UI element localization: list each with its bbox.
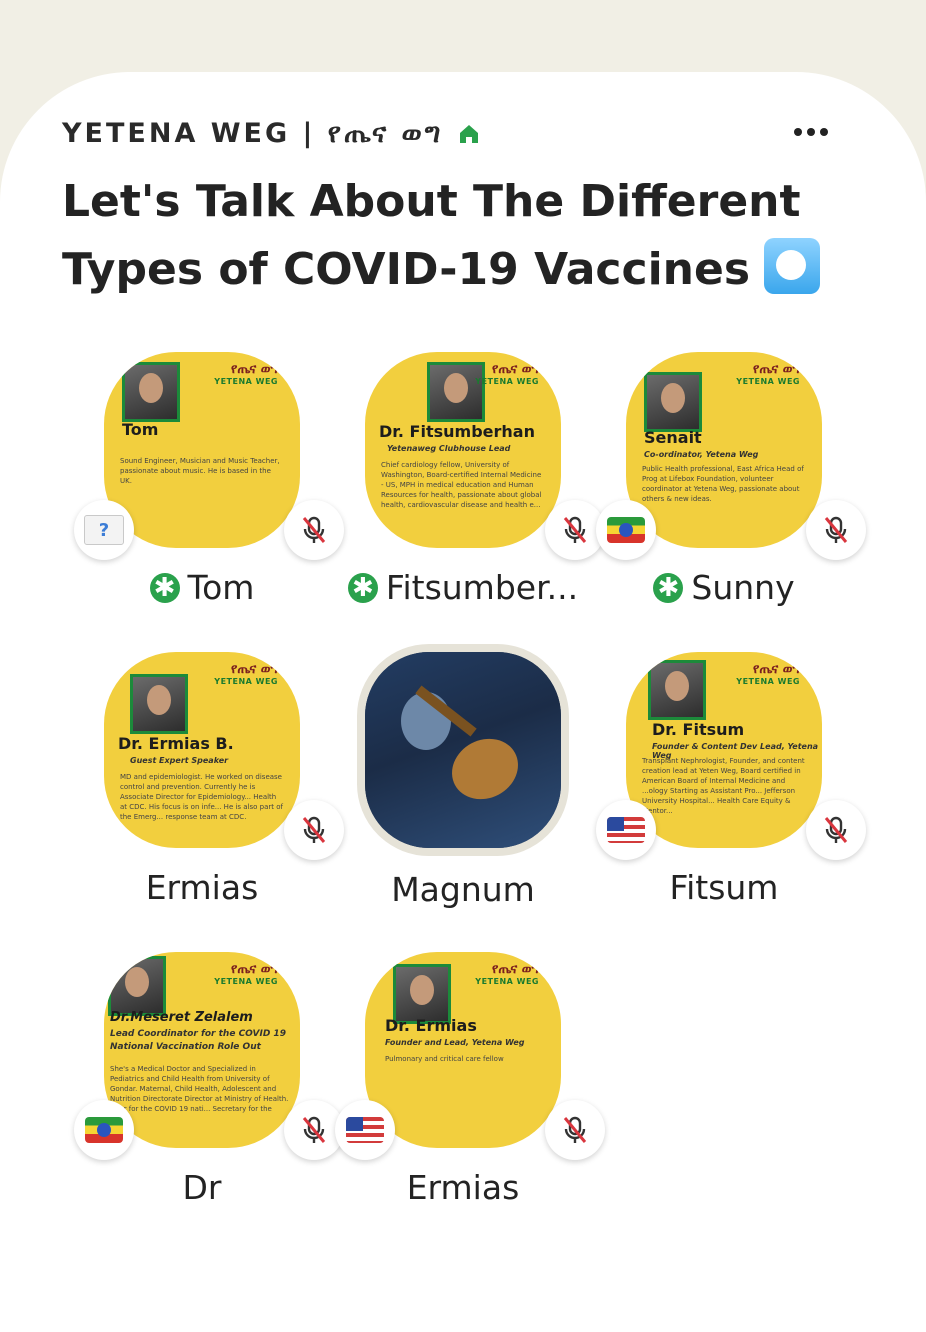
speaker-sunny[interactable]: የጤና ወግ YETENA WEG Senait Co-ordinator, Ye… — [594, 352, 866, 632]
card-bio: Chief cardiology fellow, University of W… — [381, 461, 542, 509]
card-bio: MD and epidemiologist. He worked on dise… — [120, 773, 284, 821]
card-bio: Pulmonary and critical care fellow — [385, 1055, 504, 1063]
speaker-name: ✱ Sunny — [594, 568, 854, 607]
speaker-fitsum[interactable]: የጤና ወግ YETENA WEG Dr. Fitsum Founder & Co… — [594, 652, 866, 932]
speaker-name: Dr — [182, 1168, 222, 1207]
card-name: Dr. Fitsum — [652, 720, 745, 739]
card-tag: Co-ordinator, Yetena Weg — [644, 450, 759, 459]
card-name: Dr. Ermias — [385, 1016, 477, 1035]
profile-photo — [130, 674, 188, 734]
more-options-icon[interactable] — [794, 120, 834, 144]
yetena-weg-logo: የጤና ወግ YETENA WEG — [736, 662, 800, 686]
avatar[interactable]: የጤና ወግ YETENA WEG Tom Sound Engineer, Mus… — [104, 352, 300, 548]
card-name: Tom — [122, 420, 159, 439]
club-name[interactable]: YETENA WEG | የጤና ወግ — [62, 118, 443, 150]
card-tag: Lead Coordinator for the COVID 19 Nation… — [110, 1029, 286, 1052]
speaker-dr[interactable]: የጤና ወግ YETENA WEG Dr.Meseret Zelalem Lead… — [72, 952, 344, 1232]
yetena-weg-logo: የጤና ወግ YETENA WEG — [214, 962, 278, 986]
yetena-weg-logo: የጤና ወግ YETENA WEG — [214, 362, 278, 386]
card-bio: Sound Engineer, Musician and Music Teach… — [120, 457, 280, 485]
speaker-ermias-2[interactable]: የጤና ወግ YETENA WEG Dr. Ermias Founder and … — [333, 952, 605, 1232]
yetena-weg-logo: የጤና ወግ YETENA WEG — [736, 362, 800, 386]
card-tag: Yetenaweg Clubhouse Lead — [387, 444, 511, 453]
muted-mic-icon — [806, 800, 866, 860]
speaker-ermias[interactable]: የጤና ወግ YETENA WEG Dr. Ermias B. Guest Exp… — [72, 652, 344, 932]
card-tag: Founder and Lead, Yetena Weg — [385, 1038, 525, 1047]
card-tag: Guest Expert Speaker — [130, 756, 229, 765]
speaker-name: Ermias — [145, 868, 259, 907]
avatar[interactable]: የጤና ወግ YETENA WEG Dr.Meseret Zelalem Lead… — [104, 952, 300, 1148]
moderator-star-icon: ✱ — [347, 572, 378, 603]
card-name: Dr.Meseret Zelalem — [110, 1010, 253, 1025]
profile-photo — [393, 964, 451, 1024]
yetena-weg-logo: የጤና ወግ YETENA WEG — [214, 662, 278, 686]
flag-ethiopia-icon — [596, 500, 656, 560]
speaker-magnum[interactable]: Magnum — [333, 644, 593, 932]
flag-ethiopia-icon — [74, 1100, 134, 1160]
speaker-name: Magnum — [391, 870, 535, 909]
muted-mic-icon — [806, 500, 866, 560]
yetena-weg-logo: የጤና ወግ YETENA WEG — [475, 362, 539, 386]
room-title: Let's Talk About The Different Types of … — [62, 168, 842, 304]
avatar[interactable]: የጤና ወግ YETENA WEG Dr. Ermias Founder and … — [365, 952, 561, 1148]
flag-usa-icon — [335, 1100, 395, 1160]
speaker-name: Ermias — [406, 1168, 520, 1207]
avatar[interactable]: የጤና ወግ YETENA WEG Senait Co-ordinator, Ye… — [626, 352, 822, 548]
speaker-name: Fitsum — [669, 868, 779, 907]
card-name: Dr. Fitsumberhan — [379, 422, 535, 441]
avatar[interactable]: የጤና ወግ YETENA WEG Dr. Fitsumberhan Yetena… — [365, 352, 561, 548]
profile-photo — [648, 660, 706, 720]
card-bio: Transplant Nephrologist, Founder, and co… — [642, 757, 805, 815]
speaker-name: ✱ Fitsumber... — [333, 568, 593, 607]
profile-photo — [108, 956, 166, 1016]
card-bio: She's a Medical Doctor and Specialized i… — [110, 1065, 289, 1123]
avatar[interactable] — [357, 644, 569, 856]
avatar[interactable]: የጤና ወግ YETENA WEG Dr. Ermias B. Guest Exp… — [104, 652, 300, 848]
yetena-weg-logo: የጤና ወግ YETENA WEG — [475, 962, 539, 986]
flag-usa-icon — [596, 800, 656, 860]
house-icon — [457, 122, 481, 146]
card-bio: Public Health professional, East Africa … — [642, 465, 804, 503]
room-title-text: Let's Talk About The Different Types of … — [62, 176, 801, 295]
avatar[interactable]: የጤና ወግ YETENA WEG Dr. Fitsum Founder & Co… — [626, 652, 822, 848]
flag-unknown-icon: ? — [74, 500, 134, 560]
club-header[interactable]: YETENA WEG | የጤና ወግ — [62, 118, 481, 150]
profile-photo — [644, 372, 702, 432]
record-emoji-icon — [764, 238, 821, 294]
card-name: Dr. Ermias B. — [118, 734, 234, 753]
speaker-fitsumberhan[interactable]: የጤና ወግ YETENA WEG Dr. Fitsumberhan Yetena… — [333, 352, 605, 632]
speaker-tom[interactable]: የጤና ወግ YETENA WEG Tom Sound Engineer, Mus… — [72, 352, 344, 632]
speaker-name: ✱ Tom — [72, 568, 332, 607]
moderator-star-icon: ✱ — [149, 572, 180, 603]
moderator-star-icon: ✱ — [653, 572, 684, 603]
card-name: Senait — [644, 428, 702, 447]
profile-photo — [122, 362, 180, 422]
muted-mic-icon — [545, 1100, 605, 1160]
